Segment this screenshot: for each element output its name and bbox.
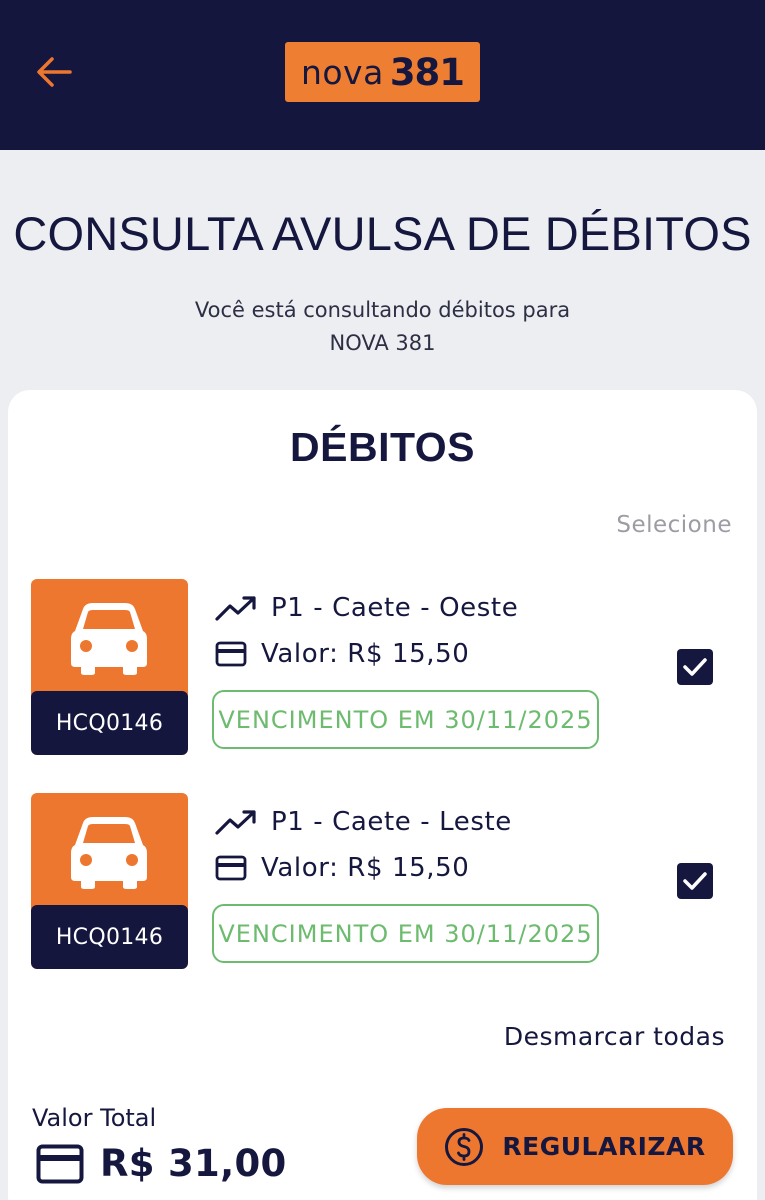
arrow-left-icon (37, 57, 72, 87)
vehicle-tile: HCQ0146 (31, 579, 188, 755)
app-screen: nova 381 CONSULTA AVULSA DE DÉBITOS Você… (0, 0, 765, 1200)
debit-value: Valor: R$ 15,50 (261, 853, 470, 883)
nova381-logo: nova 381 (285, 42, 480, 102)
plate-label: HCQ0146 (31, 691, 188, 755)
page-title: CONSULTA AVULSA DE DÉBITOS (13, 207, 752, 260)
trending-up-icon (215, 596, 256, 621)
debit-checkbox[interactable] (677, 649, 713, 685)
check-icon (683, 872, 707, 890)
trending-up-icon (215, 810, 256, 835)
unselect-all-link[interactable]: Desmarcar todas (504, 1022, 725, 1051)
debit-value: Valor: R$ 15,50 (261, 639, 470, 669)
debit-checkbox[interactable] (677, 863, 713, 899)
select-label: Selecione (616, 512, 732, 538)
regularize-button[interactable]: REGULARIZAR (417, 1108, 733, 1185)
page-subtitle: Você está consultando débitos para NOVA … (0, 294, 765, 360)
logo-number: 381 (389, 50, 465, 94)
total-row: R$ 31,00 (36, 1142, 287, 1185)
regularize-label: REGULARIZAR (502, 1132, 706, 1161)
subtitle-line-1: Você está consultando débitos para (194, 298, 571, 322)
value-line: Valor: R$ 15,50 (215, 639, 469, 669)
due-date-badge: VENCIMENTO EM 30/11/2025 (212, 904, 599, 963)
logo-word: nova (300, 52, 384, 92)
route-line: P1 - Caete - Leste (215, 807, 512, 837)
dollar-circle-icon (445, 1127, 484, 1166)
value-line: Valor: R$ 15,50 (215, 853, 469, 883)
credit-card-icon (215, 641, 247, 667)
total-label: Valor Total (32, 1104, 157, 1132)
top-bar: nova 381 (0, 0, 765, 150)
debits-title: DÉBITOS (290, 424, 475, 470)
plate-label: HCQ0146 (31, 905, 188, 969)
route-name: P1 - Caete - Leste (271, 807, 512, 837)
vehicle-tile: HCQ0146 (31, 793, 188, 969)
route-line: P1 - Caete - Oeste (215, 593, 518, 623)
back-button[interactable] (30, 50, 78, 94)
check-icon (683, 658, 707, 676)
subtitle-line-2: NOVA 381 (329, 331, 436, 355)
total-value: R$ 31,00 (100, 1142, 287, 1185)
car-icon (71, 817, 147, 889)
car-icon (71, 603, 147, 675)
debit-item: HCQ0146 P1 - Caete - Leste Valor: R$ 15,… (0, 793, 765, 969)
credit-card-icon (215, 855, 247, 881)
debit-item: HCQ0146 P1 - Caete - Oeste Valor: R$ 15,… (0, 579, 765, 755)
due-date-badge: VENCIMENTO EM 30/11/2025 (212, 690, 599, 749)
route-name: P1 - Caete - Oeste (271, 593, 519, 623)
credit-card-icon (36, 1144, 84, 1183)
